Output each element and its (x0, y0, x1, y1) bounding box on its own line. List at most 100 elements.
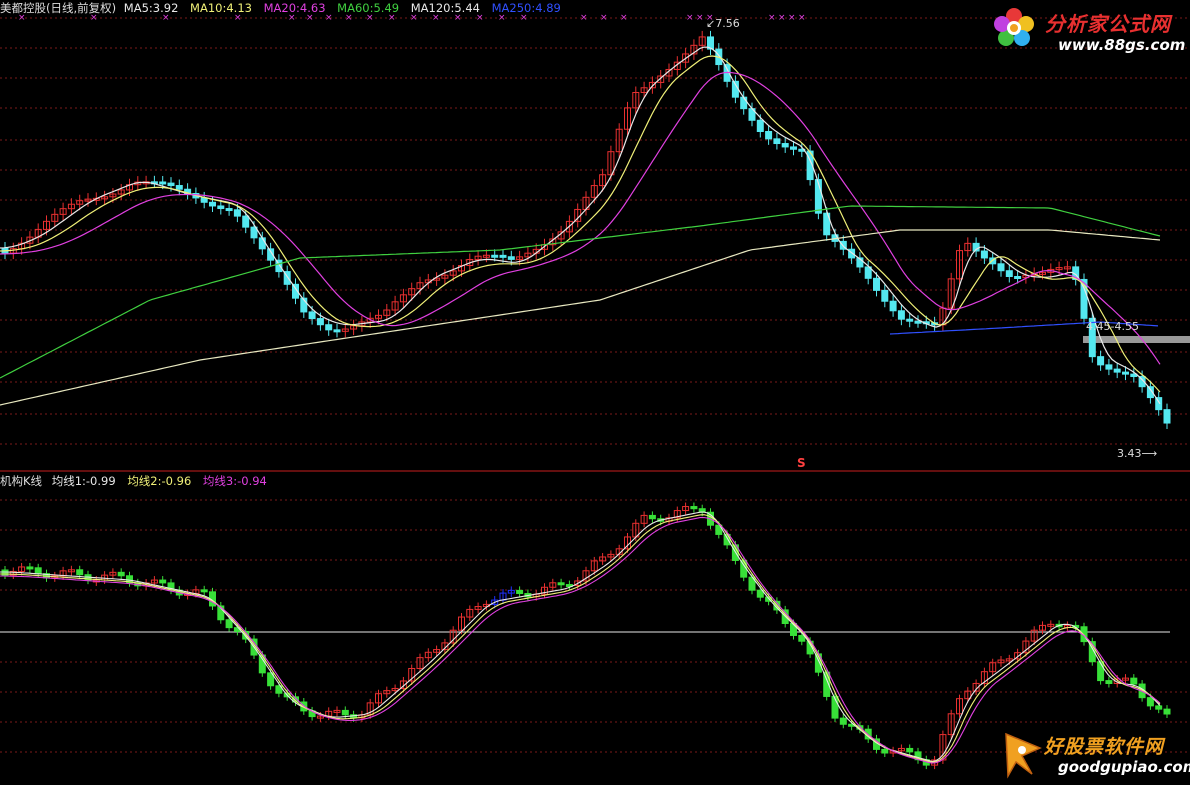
indicator-panel-header: 机构K线 均线1:-0.99 均线2:-0.96 均线3:-0.94 (0, 473, 275, 489)
ma60-label: MA60:5.49 (337, 1, 400, 15)
signal-marker: × (788, 13, 796, 23)
ma250-label: MA250:4.89 (491, 1, 561, 15)
candlestick (765, 131, 773, 140)
candlestick (1014, 276, 1022, 280)
candlestick (325, 324, 333, 331)
indicator-candle (76, 569, 84, 576)
avg2-line (0, 514, 1161, 763)
candlestick (1005, 270, 1013, 278)
signal-marker: × (696, 13, 704, 23)
candlestick (906, 318, 914, 322)
indicator-candle (225, 619, 233, 629)
flower-logo-icon (994, 8, 1034, 46)
candlestick (491, 254, 499, 258)
candlestick (175, 185, 183, 190)
candlestick (873, 277, 880, 291)
indicator-candle (200, 589, 208, 593)
candlestick (889, 300, 897, 312)
candlestick (997, 263, 1005, 272)
candlestick (980, 250, 988, 259)
ma20-label: MA20:4.63 (263, 1, 326, 15)
candlestick (159, 181, 167, 185)
candlestick (217, 205, 225, 210)
bottom-logo: 好股票软件网 goodgupiao.com (1000, 728, 1190, 784)
candlestick (333, 329, 341, 333)
candlestick (881, 289, 889, 302)
ma20-line (0, 71, 1161, 365)
indicator-candle (258, 654, 266, 674)
price-panel-header: 美都控股(日线,前复权) MA5:3.92 MA10:4.13 MA20:4.6… (0, 0, 569, 16)
indicator-candle (557, 582, 565, 586)
avg3-line (0, 516, 1161, 764)
indicator-candle (34, 567, 42, 575)
candlestick (507, 256, 515, 260)
candlestick (242, 215, 250, 228)
indicator-candle (690, 506, 698, 510)
low-price-label: 3.43⟶ (1117, 447, 1158, 460)
stock-chart[interactable]: × × × × × × × × × × × × × × × × × × × × × × × × × × (0, 0, 1190, 785)
signal-marker: × (768, 13, 776, 23)
bottom-site-name: 好股票软件网 (1044, 736, 1165, 758)
candlestick (790, 146, 797, 150)
candlestick (233, 209, 241, 217)
ma5-label: MA5:3.92 (123, 1, 179, 15)
indicator-candle (906, 747, 914, 753)
ma10-line (0, 55, 1161, 393)
indicator-candle (1105, 680, 1113, 685)
indicator-candle (839, 717, 847, 725)
ma5-line (0, 46, 1161, 405)
signal-marker: × (580, 13, 588, 23)
signal-marker: × (798, 13, 806, 23)
candlestick (897, 310, 905, 320)
ma120-label: MA120:5.44 (410, 1, 480, 15)
candlestick (1105, 364, 1113, 370)
candlestick (1113, 368, 1121, 373)
top-site-name: 分析家公式网 (1045, 12, 1171, 36)
high-price-label: ↙7.56 (706, 17, 740, 30)
indicator-candle (798, 634, 806, 642)
candlestick (756, 119, 764, 133)
ma10-label: MA10:4.13 (190, 1, 252, 15)
stock-label: 美都控股(日线,前复权) (0, 1, 117, 15)
candlestick (258, 237, 266, 250)
range-label: 4.45-4.55 (1086, 320, 1139, 333)
mascot-logo-icon (1005, 732, 1042, 779)
top-logo: 分析家公式网 www.88gs.com (990, 2, 1190, 58)
candlestick (308, 311, 316, 320)
candlestick (740, 96, 748, 110)
indicator-candle (648, 514, 656, 520)
candlestick (773, 138, 781, 145)
indicator-candle (516, 589, 524, 595)
indicator-candle (117, 571, 125, 577)
avg1-line (0, 511, 1161, 762)
candlestick (499, 254, 507, 258)
indicator-candle (1146, 697, 1154, 707)
candlestick (1097, 356, 1105, 366)
indicator-candle (159, 579, 167, 584)
indicator-candle (341, 709, 349, 716)
candlestick (1163, 409, 1171, 424)
indicator-candle (1130, 677, 1138, 685)
candlestick (167, 182, 175, 187)
sell-signal-label: S (797, 456, 806, 470)
bottom-site-url: goodgupiao.com (1058, 758, 1190, 776)
candlestick (781, 143, 789, 148)
avg3-label: 均线3:-0.94 (202, 474, 267, 488)
candlestick (209, 201, 216, 207)
candlestick (914, 320, 922, 324)
indicator-candle (26, 566, 34, 570)
avg1-label: 均线1:-0.99 (51, 474, 116, 488)
top-site-url: www.88gs.com (1058, 36, 1186, 54)
candlestick (1122, 371, 1129, 375)
signal-marker: × (686, 13, 694, 23)
indicator-label: 机构K线 (0, 474, 43, 488)
signal-marker: × (778, 13, 786, 23)
range-highlight-bar (1083, 336, 1190, 343)
indicator-candle (881, 748, 889, 754)
signal-marker: × (600, 13, 608, 23)
avg2-label: 均线2:-0.96 (127, 474, 192, 488)
signal-marker: × (620, 13, 628, 23)
indicator-candle (1163, 708, 1171, 715)
candlestick (200, 197, 208, 203)
candlestick (316, 318, 324, 326)
